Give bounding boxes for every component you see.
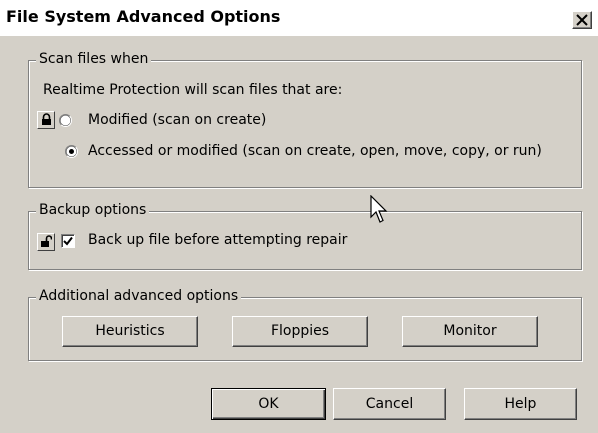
- file-system-advanced-options-dialog: File System Advanced Options Scan files …: [0, 0, 598, 433]
- window-title: File System Advanced Options: [6, 7, 281, 26]
- radio-modified[interactable]: [59, 114, 72, 127]
- scan-lock-button[interactable]: [37, 111, 55, 129]
- lock-closed-icon: [42, 113, 51, 125]
- mouse-pointer-icon: [370, 195, 388, 223]
- checkmark-icon: [63, 236, 73, 246]
- help-button[interactable]: Help: [464, 388, 577, 420]
- ok-button[interactable]: OK: [211, 388, 326, 420]
- backup-checkbox-label[interactable]: Back up file before attempting repair: [88, 232, 347, 248]
- backup-lock-button[interactable]: [37, 233, 55, 251]
- scan-files-legend: Scan files when: [36, 51, 152, 67]
- backup-checkbox[interactable]: [61, 234, 75, 248]
- scan-description: Realtime Protection will scan files that…: [43, 82, 343, 98]
- lock-open-icon: [41, 235, 52, 247]
- monitor-button[interactable]: Monitor: [402, 316, 538, 347]
- radio-modified-label[interactable]: Modified (scan on create): [88, 112, 266, 128]
- additional-options-legend: Additional advanced options: [36, 288, 242, 304]
- radio-accessed-dot: [69, 149, 74, 154]
- close-icon: [576, 14, 588, 26]
- cancel-button[interactable]: Cancel: [333, 388, 446, 420]
- heuristics-button[interactable]: Heuristics: [62, 316, 198, 347]
- close-button[interactable]: [572, 11, 592, 29]
- title-bar[interactable]: File System Advanced Options: [0, 0, 598, 36]
- floppies-button[interactable]: Floppies: [232, 316, 368, 347]
- backup-options-legend: Backup options: [36, 202, 150, 218]
- radio-accessed-label[interactable]: Accessed or modified (scan on create, op…: [88, 143, 542, 159]
- radio-accessed-or-modified[interactable]: [65, 145, 78, 158]
